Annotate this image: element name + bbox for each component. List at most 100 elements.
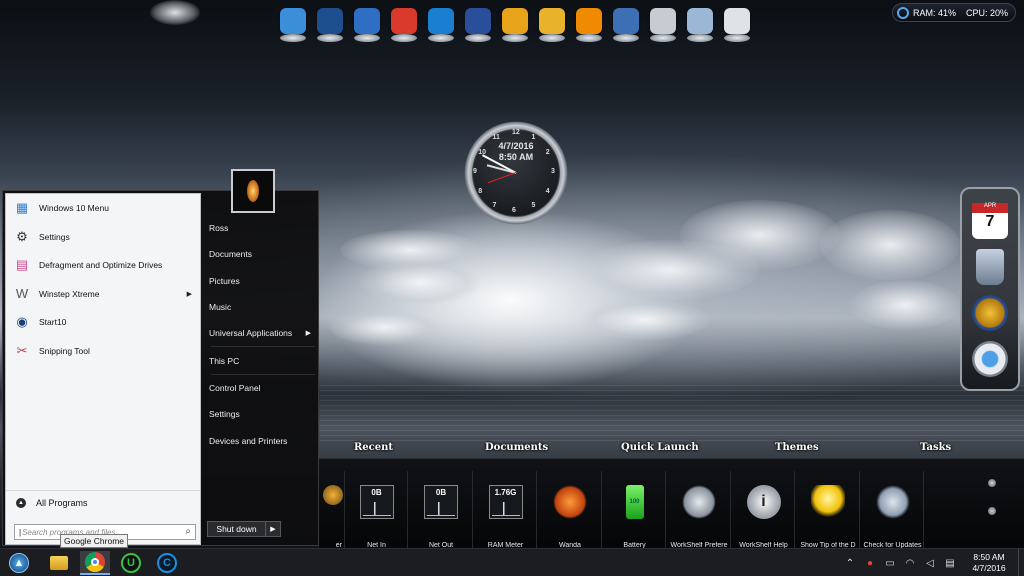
start-menu-item[interactable]: ▤ Defragment and Optimize Drives [6, 251, 200, 280]
calendar-icon[interactable]: APR 7 [972, 203, 1008, 239]
sea-waves [320, 385, 1024, 445]
winstep-icon[interactable] [500, 8, 530, 42]
start-menu-place[interactable]: Ross [207, 215, 319, 241]
shutdown-arrow-icon[interactable]: ▶ [266, 522, 280, 536]
dock-pedestal [465, 34, 491, 42]
notification-icon[interactable]: ▤ [943, 556, 957, 570]
meter-value: 0B [435, 488, 447, 497]
workshelf-tile[interactable]: Check for Updates [862, 471, 924, 549]
workshelf-tab[interactable]: Themes [775, 442, 819, 453]
start-menu-item[interactable]: ◉ Start10 [6, 308, 200, 337]
workshelf-tab[interactable]: Recent [354, 442, 393, 453]
ram-usage: RAM: 41% [913, 7, 957, 18]
chevron-up-icon[interactable]: ⌃ [843, 556, 857, 570]
start10-icon[interactable] [315, 8, 345, 42]
all-programs-button[interactable]: ▲ All Programs [6, 490, 200, 514]
workshelf-tile[interactable]: Wanda [540, 471, 602, 549]
clock-widget[interactable]: 4/7/2016 8:50 AM 12 1 2 3 4 5 6 7 8 9 10 11 [458, 115, 574, 231]
vlc-icon[interactable] [574, 8, 604, 42]
workshelf-tab[interactable]: Tasks [920, 442, 951, 453]
workshelf-tile[interactable]: Show Tip of the D [798, 471, 860, 549]
file-explorer-button[interactable] [44, 551, 74, 575]
start-menu-place[interactable]: Universal Applications ▶ [207, 320, 319, 346]
dock-pedestal [354, 34, 380, 42]
workshelf-tile[interactable]: 100 Battery [604, 471, 666, 549]
meter-icon [897, 6, 909, 19]
chrome-button[interactable] [80, 551, 110, 575]
start-menu: ▦ Windows 10 Menu ⚙ Settings ▤ Defragment and… [2, 190, 319, 546]
shutdown-label[interactable]: Shut down [208, 522, 266, 536]
start-menu-place[interactable]: Devices and Printers [207, 427, 319, 453]
start-menu-item[interactable]: ⚙ Settings [6, 223, 200, 252]
ccleaner-icon[interactable] [389, 8, 419, 42]
workshelf-tile[interactable]: i WorkShelf Help [733, 471, 795, 549]
clock-number: 8 [478, 187, 483, 195]
meter-graph-icon: 1.76G [488, 485, 523, 519]
top-dock [278, 8, 752, 46]
start-menu-place[interactable]: Music [207, 294, 319, 320]
start-menu-place[interactable]: Control Panel [207, 375, 319, 401]
workshelf-tile[interactable]: WorkShelf Prefere [669, 471, 731, 549]
gear-icon: ⚙ [16, 228, 28, 244]
taskbar-date: 4/7/2016 [972, 563, 1006, 573]
meter-graph-icon: 0B [424, 485, 458, 519]
network-icon[interactable]: ▭ [883, 556, 897, 570]
malwarebytes-icon[interactable] [463, 8, 493, 42]
start-menu-item[interactable]: W Winstep Xtreme ▶ [6, 280, 200, 309]
drive-icon[interactable] [648, 8, 678, 42]
nexus-icon[interactable] [611, 8, 641, 42]
winstep-icon: W [15, 286, 29, 302]
sun-weather-icon-glyph [539, 8, 565, 34]
wifi-icon[interactable]: ◠ [903, 556, 917, 570]
weather-icon[interactable] [722, 8, 752, 42]
upwork-button[interactable]: U [116, 551, 146, 575]
start-menu-place[interactable]: Settings [207, 401, 319, 427]
shelf-scroll-dot[interactable] [988, 507, 996, 515]
drive-icon-glyph [650, 8, 676, 34]
dock-pedestal [428, 34, 454, 42]
start-menu-place[interactable]: Pictures [207, 268, 319, 294]
globe-icon[interactable] [278, 8, 308, 42]
start-menu-place[interactable]: Documents [207, 241, 319, 267]
shutdown-button[interactable]: Shut down ▶ [207, 521, 281, 537]
workshelf-tile[interactable]: 0B Net Out [411, 471, 473, 549]
workshelf-tile[interactable]: 0B Net In [346, 471, 408, 549]
chrome-tray-icon[interactable]: ● [863, 556, 877, 570]
volume-icon[interactable]: ◁ [923, 556, 937, 570]
workshelf-tab[interactable]: Quick Launch [621, 442, 699, 453]
workshelf-tabs: Recent Documents Quick Launch Themes Tasks [320, 440, 1024, 460]
search-icon[interactable]: ⌕ [185, 526, 191, 537]
meter-graph-icon: 0B [359, 485, 394, 519]
start-menu-item-label: Winstep Xtreme [39, 288, 100, 299]
battery-icon: 100 [625, 485, 644, 519]
speedometer-icon[interactable] [972, 341, 1008, 377]
workshelf-tile[interactable]: 1.76G RAM Meter [475, 471, 537, 549]
shelf-scroll-dot[interactable] [988, 479, 996, 487]
system-meter[interactable]: RAM: 41% CPU: 20% [892, 3, 1016, 22]
scissors-icon: ✂ [16, 342, 28, 358]
clock-number: 12 [512, 129, 520, 136]
malwarebytes-icon-glyph [465, 8, 491, 34]
taskbar-clock[interactable]: 8:50 AM 4/7/2016 [960, 552, 1018, 574]
weather-icon-glyph [724, 8, 750, 34]
sync-icon[interactable] [426, 8, 456, 42]
windows-update-icon-glyph [354, 8, 380, 34]
workshelf-tab[interactable]: Documents [485, 442, 548, 453]
start-menu-item[interactable]: ✂ Snipping Tool [6, 337, 200, 366]
start-menu-place-label: Pictures [209, 275, 240, 286]
start-menu-item-label: Snipping Tool [39, 345, 90, 356]
start-menu-place[interactable]: This PC [207, 347, 319, 373]
recycle-bin-icon[interactable] [685, 8, 715, 42]
recycle-bin-icon[interactable] [976, 249, 1004, 285]
start-menu-item[interactable]: ▦ Windows 10 Menu [6, 194, 200, 223]
sync-app-button[interactable]: C [152, 551, 182, 575]
dock-pedestal [317, 34, 343, 42]
atom-globe-icon[interactable] [972, 295, 1008, 331]
show-desktop-button[interactable] [1018, 549, 1024, 576]
sun-weather-icon[interactable] [537, 8, 567, 42]
update-icon [875, 485, 910, 519]
windows-update-icon[interactable] [352, 8, 382, 42]
user-avatar[interactable] [231, 169, 275, 213]
start-button[interactable]: ▲ [4, 551, 34, 575]
workshelf-partial-tile[interactable]: er [283, 471, 345, 549]
